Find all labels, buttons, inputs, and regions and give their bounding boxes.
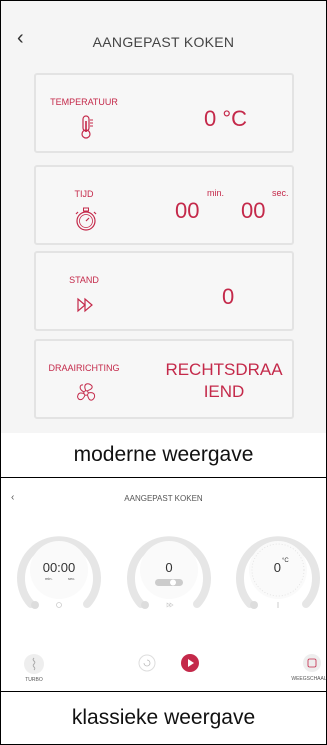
time-dial-min-label: min. — [45, 576, 53, 581]
time-minutes: 00 — [175, 198, 200, 223]
stopwatch-icon — [75, 207, 97, 231]
direction-value-line2: IEND — [203, 382, 245, 401]
minutes-label: min. — [207, 188, 225, 198]
direction-value: RECHTSDRAA IEND — [164, 359, 284, 403]
thermometer-icon — [81, 115, 93, 139]
fan-icon — [77, 383, 96, 401]
time-dial-sec-label: sec. — [68, 576, 76, 581]
reverse-button[interactable] — [138, 654, 156, 672]
turbo-label: TURBO — [25, 677, 43, 683]
speed-label: STAND — [69, 275, 99, 285]
time-seconds: 00 — [241, 198, 266, 223]
divider — [1, 691, 326, 692]
seconds-label: sec. — [272, 188, 289, 198]
classic-page-title: AANGEPAST KOKEN — [124, 494, 203, 503]
speed-value: 0 — [222, 284, 235, 309]
turbo-button[interactable] — [23, 653, 45, 675]
temperature-value: 0 °C — [204, 106, 248, 131]
speed-card[interactable]: STAND 0 — [34, 251, 294, 331]
classic-view: ‹ AANGEPAST KOKEN 00:00 min. sec. 0 0 °C… — [1, 478, 326, 690]
modern-caption: moderne weergave — [73, 443, 254, 466]
modern-view: ‹ AANGEPAST KOKEN TEMPERATUUR 0 °C TIJD — [1, 1, 326, 433]
fast-forward-icon — [77, 297, 93, 313]
time-label: TIJD — [74, 189, 94, 199]
scale-label: WEEGSCHAAL — [291, 676, 327, 682]
time-card[interactable]: TIJD 00 min. 00 sec. — [34, 165, 294, 245]
header: ‹ AANGEPAST KOKEN — [1, 1, 326, 61]
temperature-card[interactable]: TEMPERATUUR 0 °C — [34, 73, 294, 153]
temperature-dial-value: 0 — [273, 560, 281, 575]
direction-value-line1: RECHTSDRAA — [165, 360, 283, 379]
time-dial-value: 00:00 — [42, 560, 76, 575]
speed-dial-value: 0 — [165, 560, 173, 575]
classic-caption: klassieke weergave — [71, 706, 256, 729]
direction-label: DRAAIRICHTING — [48, 363, 120, 373]
direction-card[interactable]: DRAAIRICHTING RECHTSDRAA IEND — [34, 339, 294, 419]
page-title: AANGEPAST KOKEN — [92, 34, 235, 50]
comparison-frame: ‹ AANGEPAST KOKEN TEMPERATUUR 0 °C TIJD — [0, 0, 327, 745]
scale-button[interactable] — [302, 653, 322, 673]
temperature-label: TEMPERATUUR — [50, 97, 118, 107]
play-button[interactable] — [180, 653, 200, 673]
temperature-dial-unit: °C — [282, 558, 289, 564]
